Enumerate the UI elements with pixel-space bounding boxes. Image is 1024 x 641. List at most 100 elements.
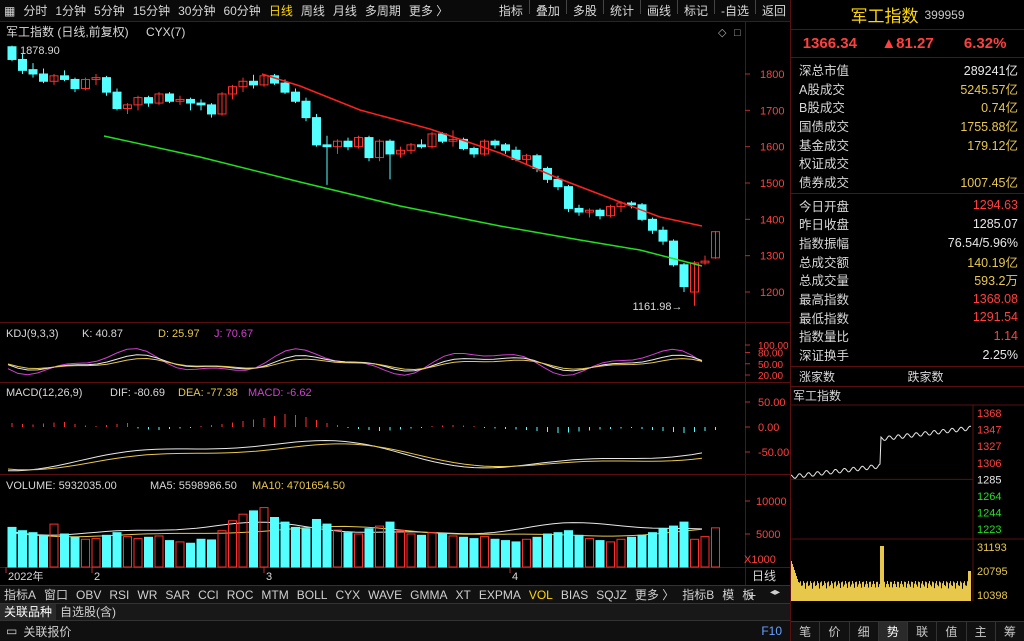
grid-menu-icon[interactable]: ▦ xyxy=(0,4,19,18)
period-tab[interactable]: 5分钟 xyxy=(90,0,129,22)
volume-bar xyxy=(690,538,699,568)
volume-bar xyxy=(39,534,48,568)
volume-bar xyxy=(70,536,80,568)
quote-label: 指数振幅 xyxy=(799,237,850,252)
indicator-tab[interactable]: SAR xyxy=(161,586,194,604)
quote-label: 今日开盘 xyxy=(799,199,850,214)
tool-button[interactable]: 画线 xyxy=(643,0,675,22)
volume-bar xyxy=(102,534,111,568)
candle-body xyxy=(291,91,300,102)
quote-value: 76.54/5.96% xyxy=(947,235,1018,250)
overlay-indicator: CYX(7) xyxy=(146,25,185,39)
volume-bar xyxy=(18,530,27,568)
period-tab[interactable]: 1分钟 xyxy=(51,0,90,22)
related-tab[interactable]: 关联品种 xyxy=(0,603,57,621)
kdj-axis-label: 50.00 xyxy=(758,360,783,371)
volume-bar xyxy=(574,534,584,568)
quote-tab[interactable]: 势 xyxy=(878,622,908,641)
indicator-tab[interactable]: 更多 〉 xyxy=(631,586,678,604)
indicator-tab[interactable]: EXPMA xyxy=(475,586,525,604)
tool-button[interactable]: 返回 xyxy=(758,0,790,22)
divider xyxy=(565,0,567,14)
indicator-tab[interactable]: 模 xyxy=(718,586,738,604)
volume-bar xyxy=(249,510,258,568)
tool-button[interactable]: 指标 xyxy=(495,0,527,22)
indicator-tab[interactable]: OBV xyxy=(72,586,105,604)
candle-body xyxy=(70,78,80,90)
indicator-tab[interactable]: SQJZ xyxy=(592,586,631,604)
quote-tab[interactable]: 主 xyxy=(967,622,996,641)
period-tab[interactable]: 月线 xyxy=(329,0,361,22)
max-price-label: 1878.90 xyxy=(20,45,60,57)
period-tab[interactable]: 更多 〉 xyxy=(405,0,452,22)
tool-button[interactable]: 叠加 xyxy=(532,0,564,22)
indicator-tab[interactable]: WR xyxy=(133,586,161,604)
add-icon[interactable]: + xyxy=(748,587,756,603)
tool-button[interactable]: 统计 xyxy=(606,0,638,22)
indicator-tab[interactable]: VOL xyxy=(525,586,557,604)
intraday-minichart[interactable]: 军工指数 1368 1347 1327 1306 1285 1264 1244 1223 3119… xyxy=(790,387,1024,602)
volume-ma5-line xyxy=(7,521,703,536)
period-toolbar: ▦ 分时 1分钟 5分钟 15分钟 30分钟 60分钟 日线 周线 月线 多周期 更多 〉 指标 叠加… xyxy=(0,0,790,22)
candle-body xyxy=(312,117,321,146)
period-tab[interactable]: 周线 xyxy=(297,0,329,22)
period-tab[interactable]: 多周期 xyxy=(361,0,405,22)
candle-body xyxy=(385,140,395,155)
indicator-tab[interactable]: MTM xyxy=(257,586,292,604)
maximize-icon: □ xyxy=(734,27,741,39)
kline-chart[interactable]: 军工指数 (日线,前复权) CYX(7) ◇ □ 1878.90 1800 1700 1600… xyxy=(0,22,790,585)
period-tab[interactable]: 60分钟 xyxy=(219,0,264,22)
tool-button[interactable]: -自选 xyxy=(717,0,753,22)
quote-tab[interactable]: 值 xyxy=(937,622,967,641)
indicator-tab[interactable]: 指标A xyxy=(0,586,40,604)
candle-body xyxy=(112,91,122,110)
macd-axis-label: -50.00 xyxy=(758,447,789,459)
volume-bar xyxy=(438,533,447,568)
f10-button[interactable]: F10 xyxy=(761,624,790,638)
candle-body xyxy=(669,240,678,266)
period-tab[interactable]: 分时 xyxy=(19,0,51,22)
indicator-tab[interactable]: WAVE xyxy=(364,586,406,604)
indicator-tab[interactable]: BIAS xyxy=(557,586,592,604)
indicator-tab[interactable]: GMMA xyxy=(406,586,451,604)
price-row: 1366.34 ▲81.27 6.32% xyxy=(791,30,1024,58)
indicator-tab[interactable]: RSI xyxy=(105,586,133,604)
tool-button[interactable]: 标记 xyxy=(680,0,712,22)
candle-body xyxy=(469,147,479,155)
quote-tab[interactable]: 笔 xyxy=(791,622,821,641)
minichart-price-label: 1285 xyxy=(977,474,1001,486)
quote-value: 2.25% xyxy=(982,347,1018,362)
quote-tab[interactable]: 价 xyxy=(820,622,850,641)
macd-dea-value: DEA: -77.38 xyxy=(178,387,238,399)
related-tab[interactable]: 自选股(含) xyxy=(56,604,120,621)
quote-tab[interactable]: 联 xyxy=(908,622,938,641)
indicator-tab[interactable]: 指标B xyxy=(678,586,718,604)
period-tab[interactable]: 日线 xyxy=(265,0,297,22)
date-axis-label: 4 xyxy=(512,571,518,583)
quote-row: 债券成交 1007.45亿 xyxy=(791,172,1024,191)
candle-body xyxy=(564,186,573,209)
quote-tab[interactable]: 筹 xyxy=(996,622,1024,641)
candle-body xyxy=(165,93,174,102)
indicator-tab[interactable]: 窗口 xyxy=(40,586,72,604)
indicator-tab[interactable]: CCI xyxy=(194,586,223,604)
volume-bar xyxy=(585,538,594,568)
indicator-tab[interactable]: BOLL xyxy=(293,586,332,604)
macd-bars xyxy=(11,414,716,433)
period-tab[interactable]: 30分钟 xyxy=(174,0,219,22)
folder-icon[interactable]: ▭ xyxy=(0,624,23,638)
up-count-label: 涨家数 xyxy=(799,370,836,384)
indicator-tab[interactable]: ROC xyxy=(223,586,258,604)
minichart-price-label: 1244 xyxy=(977,508,1001,520)
quote-tab[interactable]: 细 xyxy=(850,622,879,641)
scroll-arrows-icon[interactable]: ◂▸ xyxy=(770,587,780,598)
volume-bar xyxy=(186,542,195,568)
kdj-title: KDJ(9,3,3) xyxy=(6,328,59,340)
divider xyxy=(528,0,530,14)
indicator-tab[interactable]: CYX xyxy=(331,586,364,604)
related-quote-label[interactable]: 关联报价 xyxy=(23,623,71,640)
related-tabs: 关联品种 自选股(含) xyxy=(0,603,790,621)
indicator-tab[interactable]: XT xyxy=(451,586,474,604)
tool-button[interactable]: 多股 xyxy=(569,0,601,22)
period-tab[interactable]: 15分钟 xyxy=(129,0,174,22)
